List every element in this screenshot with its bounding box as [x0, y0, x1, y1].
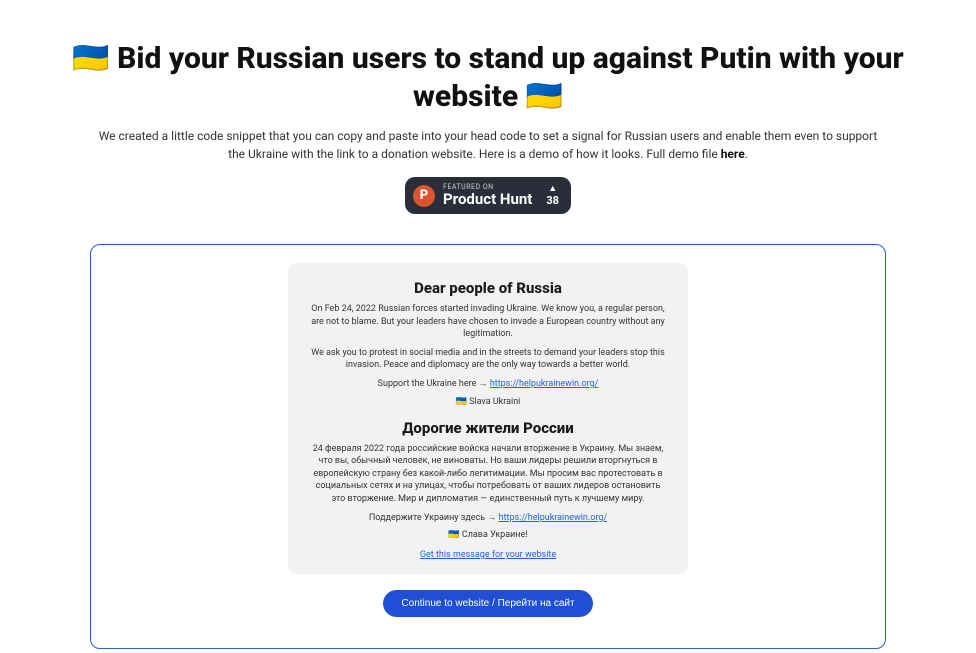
title-text: Bid your Russian users to stand up again…	[117, 41, 904, 114]
product-hunt-logo-icon: P	[413, 185, 435, 207]
flag-icon: 🇺🇦	[72, 41, 109, 76]
message-block-en: Dear people of Russia On Feb 24, 2022 Ru…	[308, 279, 668, 407]
support-pre-en: Support the Ukraine here →	[378, 379, 490, 389]
product-hunt-text: FEATURED ON Product Hunt	[443, 184, 532, 207]
page-header: 🇺🇦 Bid your Russian users to stand up ag…	[0, 0, 976, 226]
message-card: Dear people of Russia On Feb 24, 2022 Ru…	[288, 263, 688, 574]
support-link-en[interactable]: https://helpukrainewin.org/	[490, 379, 599, 389]
message-body-en-2: We ask you to protest in social media an…	[308, 347, 668, 372]
support-pre-ru: Поддержите Украину здесь →	[369, 513, 499, 523]
product-hunt-badge[interactable]: P FEATURED ON Product Hunt ▲ 38	[405, 177, 571, 214]
subtitle-text: We created a little code snippet that yo…	[99, 129, 878, 161]
message-title-en: Dear people of Russia	[308, 279, 668, 297]
page-subtitle: We created a little code snippet that yo…	[98, 127, 878, 163]
support-line-ru: Поддержите Украину здесь → https://helpu…	[308, 512, 668, 525]
demo-frame: Dear people of Russia On Feb 24, 2022 Ru…	[90, 244, 886, 649]
slava-en: 🇺🇦 Slava Ukraini	[308, 397, 668, 407]
message-body-en-1: On Feb 24, 2022 Russian forces started i…	[308, 303, 668, 341]
message-body-ru: 24 февраля 2022 года российские войска н…	[308, 443, 668, 506]
page-title: 🇺🇦 Bid your Russian users to stand up ag…	[60, 40, 916, 115]
product-hunt-name: Product Hunt	[443, 192, 532, 207]
continue-button[interactable]: Continue to website / Перейти на сайт	[383, 590, 592, 617]
message-block-ru: Дорогие жители России 24 февраля 2022 го…	[308, 419, 668, 541]
demo-file-link[interactable]: here	[721, 147, 745, 161]
subtitle-end: .	[745, 147, 748, 161]
support-line-en: Support the Ukraine here → https://helpu…	[308, 378, 668, 391]
get-message-link[interactable]: Get this message for your website	[308, 550, 668, 560]
message-title-ru: Дорогие жители России	[308, 419, 668, 437]
upvote-box: ▲ 38	[546, 185, 559, 206]
support-link-ru[interactable]: https://helpukrainewin.org/	[499, 513, 608, 523]
slava-ru: 🇺🇦 Слава Украине!	[308, 530, 668, 540]
upvote-count: 38	[546, 195, 559, 206]
upvote-triangle-icon: ▲	[548, 185, 557, 194]
flag-icon: 🇺🇦	[526, 79, 563, 114]
